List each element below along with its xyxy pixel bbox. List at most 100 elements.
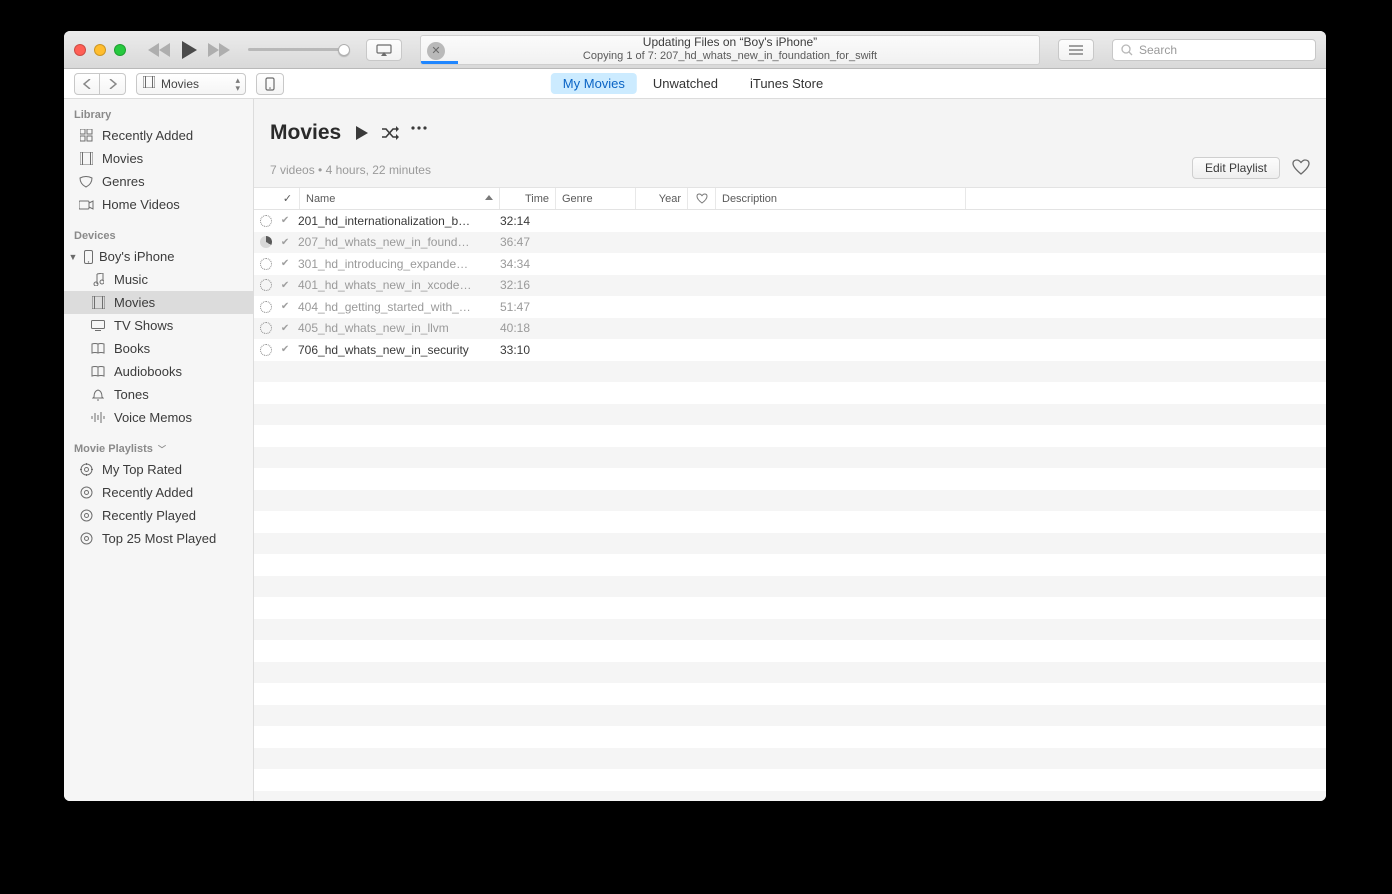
masks-icon	[78, 176, 94, 188]
table-row[interactable]	[254, 404, 1326, 426]
search-field[interactable]: Search	[1112, 39, 1316, 61]
edit-playlist-button[interactable]: Edit Playlist	[1192, 157, 1280, 179]
previous-track-button[interactable]	[148, 43, 170, 57]
close-window-button[interactable]	[74, 44, 86, 56]
table-row[interactable]: ✔404_hd_getting_started_with_s…51:47	[254, 296, 1326, 318]
sidebar-playlist-recently-played[interactable]: Recently Played	[64, 504, 253, 527]
table-row[interactable]	[254, 791, 1326, 802]
play-all-button[interactable]	[355, 126, 369, 140]
row-checkbox[interactable]: ✔	[278, 215, 292, 226]
sidebar-item-recently-added[interactable]: Recently Added	[64, 124, 253, 147]
window-controls	[74, 44, 132, 56]
zoom-window-button[interactable]	[114, 44, 126, 56]
gear-icon	[78, 486, 94, 499]
sidebar-playlist-top25[interactable]: Top 25 Most Played	[64, 527, 253, 550]
table-row[interactable]	[254, 382, 1326, 404]
status-display: ✕ Updating Files on “Boy's iPhone” Copyi…	[420, 35, 1040, 65]
tab-unwatched[interactable]: Unwatched	[641, 73, 730, 94]
sidebar-playlist-recently-added[interactable]: Recently Added	[64, 481, 253, 504]
sync-progress-bar	[421, 61, 458, 64]
table-row[interactable]	[254, 533, 1326, 555]
tab-itunes-store[interactable]: iTunes Store	[738, 73, 835, 94]
next-track-button[interactable]	[208, 43, 230, 57]
sidebar-device[interactable]: ▼ Boy's iPhone	[64, 245, 253, 268]
chevron-down-icon: ﹀	[158, 445, 166, 454]
minimize-window-button[interactable]	[94, 44, 106, 56]
table-row[interactable]	[254, 662, 1326, 684]
shuffle-button[interactable]	[381, 126, 399, 140]
table-row[interactable]	[254, 705, 1326, 727]
love-button[interactable]	[1292, 159, 1312, 179]
table-row[interactable]	[254, 576, 1326, 598]
sync-status-icon	[254, 344, 278, 356]
table-row[interactable]	[254, 490, 1326, 512]
sidebar-item-label: Voice Memos	[114, 410, 192, 425]
table-row[interactable]	[254, 361, 1326, 383]
table-row[interactable]: ✔207_hd_whats_new_in_foundatio…36:47	[254, 232, 1326, 254]
sidebar-playlist-top-rated[interactable]: My Top Rated	[64, 458, 253, 481]
tab-my-movies[interactable]: My Movies	[551, 73, 637, 94]
sidebar-device-tones[interactable]: Tones	[64, 383, 253, 406]
table-row[interactable]	[254, 619, 1326, 641]
playback-controls	[148, 41, 230, 59]
history-nav	[74, 73, 126, 95]
more-button[interactable]	[411, 126, 427, 140]
col-year[interactable]: Year	[636, 188, 688, 209]
table-row[interactable]: ✔201_hd_internationalization_bes…32:14	[254, 210, 1326, 232]
col-description[interactable]: Description	[716, 188, 966, 209]
row-time: 34:34	[480, 257, 536, 271]
table-row[interactable]: ✔301_hd_introducing_expanded_…34:34	[254, 253, 1326, 275]
sidebar-device-movies[interactable]: Movies	[64, 291, 253, 314]
sidebar-item-movies[interactable]: Movies	[64, 147, 253, 170]
table-row[interactable]	[254, 447, 1326, 469]
table-row[interactable]	[254, 726, 1326, 748]
up-next-button[interactable]	[1058, 39, 1094, 61]
col-love[interactable]	[688, 188, 716, 209]
sidebar-item-home-videos[interactable]: Home Videos	[64, 193, 253, 216]
table-row[interactable]	[254, 597, 1326, 619]
device-button[interactable]	[256, 73, 284, 95]
col-name[interactable]: Name	[300, 188, 500, 209]
sidebar-device-voice-memos[interactable]: Voice Memos	[64, 406, 253, 429]
row-checkbox[interactable]: ✔	[278, 280, 292, 291]
sidebar-item-label: Tones	[114, 387, 149, 402]
row-checkbox[interactable]: ✔	[278, 323, 292, 334]
sidebar-item-genres[interactable]: Genres	[64, 170, 253, 193]
row-time: 40:18	[480, 321, 536, 335]
table-row[interactable]	[254, 769, 1326, 791]
table-row[interactable]: ✔706_hd_whats_new_in_security33:10	[254, 339, 1326, 361]
table-row[interactable]	[254, 554, 1326, 576]
table-row[interactable]	[254, 468, 1326, 490]
col-genre[interactable]: Genre	[556, 188, 636, 209]
back-button[interactable]	[74, 73, 100, 95]
sidebar-device-tv-override[interactable]: TV Shows	[64, 314, 253, 337]
sidebar-header-playlists[interactable]: Movie Playlists ﹀	[64, 437, 253, 458]
sidebar-device-audiobooks[interactable]: Audiobooks	[64, 360, 253, 383]
sidebar-device-music[interactable]: Music	[64, 268, 253, 291]
table-row[interactable]: ✔405_hd_whats_new_in_llvm40:18	[254, 318, 1326, 340]
table-row[interactable]	[254, 511, 1326, 533]
disclosure-triangle-icon[interactable]: ▼	[68, 252, 78, 262]
row-time: 36:47	[480, 235, 536, 249]
table-row[interactable]	[254, 425, 1326, 447]
play-button[interactable]	[180, 41, 198, 59]
table-row[interactable]	[254, 640, 1326, 662]
stop-sync-button[interactable]: ✕	[427, 42, 445, 60]
media-kind-picker[interactable]: Movies ▴▾	[136, 73, 246, 95]
row-checkbox[interactable]: ✔	[278, 237, 292, 248]
volume-slider[interactable]	[248, 48, 344, 51]
col-time[interactable]: Time	[500, 188, 556, 209]
sidebar-device-books[interactable]: Books	[64, 337, 253, 360]
col-check[interactable]: ✓	[276, 188, 300, 209]
table-row[interactable]	[254, 748, 1326, 770]
volume-knob[interactable]	[338, 44, 350, 56]
row-checkbox[interactable]: ✔	[278, 344, 292, 355]
sidebar-item-label: Audiobooks	[114, 364, 182, 379]
table-row[interactable]	[254, 683, 1326, 705]
forward-button[interactable]	[100, 73, 126, 95]
row-checkbox[interactable]: ✔	[278, 301, 292, 312]
updown-caret-icon: ▴▾	[235, 76, 240, 92]
table-row[interactable]: ✔401_hd_whats_new_in_xcode_ap…32:16	[254, 275, 1326, 297]
airplay-button[interactable]	[366, 39, 402, 61]
row-checkbox[interactable]: ✔	[278, 258, 292, 269]
